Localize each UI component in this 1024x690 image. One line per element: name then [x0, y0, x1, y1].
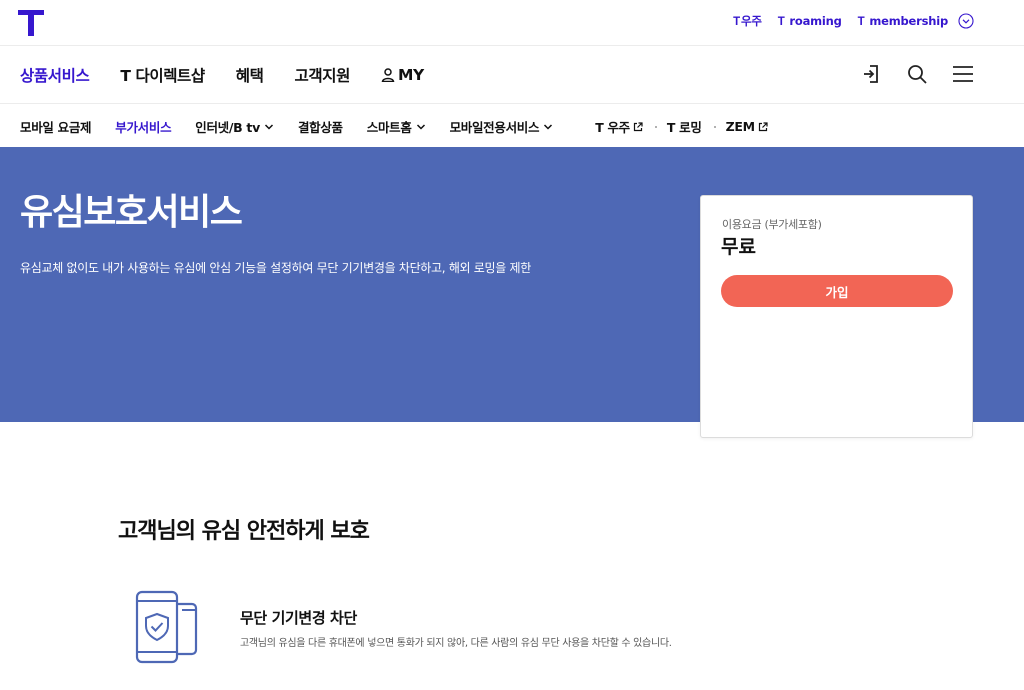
main-navigation: 상품서비스 T 다이렉트샵 혜택 고객지원 MY: [0, 46, 1024, 104]
sub-nav-t-roaming[interactable]: T 로밍: [667, 117, 702, 136]
top-link-membership[interactable]: T membership: [858, 14, 949, 28]
sub-nav-bundles[interactable]: 결합상품: [298, 117, 343, 136]
sub-nav-smart-home-label: 스마트홈: [366, 120, 412, 135]
chevron-down-icon: [544, 123, 553, 130]
feature-description: 고객님의 유심을 다른 휴대폰에 넣으면 통화가 되지 않아, 다른 사람의 유…: [240, 638, 672, 649]
expand-chevron-icon[interactable]: [958, 13, 974, 29]
chevron-down-icon: [264, 123, 273, 130]
top-link-universe[interactable]: T우주: [733, 13, 762, 29]
sub-nav-mobile-only-services[interactable]: 모바일전용서비스: [450, 117, 554, 136]
section-title: 고객님의 유심 안전하게 보호: [118, 519, 370, 544]
separator-dot: [713, 125, 716, 128]
sub-nav-t-universe[interactable]: T 우주: [595, 117, 643, 136]
hero-description: 유심교체 없이도 내가 사용하는 유심에 안심 기능을 설정하여 무단 기기변경…: [20, 261, 532, 275]
login-icon[interactable]: [860, 63, 882, 85]
price-value: 무료: [721, 236, 756, 258]
feature-title: 무단 기기변경 차단: [240, 609, 357, 627]
sub-nav-internet-btv-label: 인터넷/B tv: [195, 120, 260, 135]
sub-nav-mobile-only-services-label: 모바일전용서비스: [449, 120, 540, 135]
sub-nav-additional-services[interactable]: 부가서비스: [115, 117, 171, 136]
sub-nav-mobile-plans[interactable]: 모바일 요금제: [20, 117, 92, 136]
t-logo[interactable]: [18, 8, 46, 36]
external-link-icon: [633, 121, 643, 131]
main-nav-customer-support[interactable]: 고객지원: [295, 64, 351, 86]
search-icon[interactable]: [906, 63, 928, 85]
sub-nav-smart-home[interactable]: 스마트홈: [367, 117, 426, 136]
sub-nav-zem-label: ZEM: [725, 119, 755, 134]
separator-dot: [654, 125, 657, 128]
phone-shield-icon: [135, 590, 198, 664]
price-card: 이용요금 (부가세포함) 무료 가입: [700, 195, 973, 438]
top-utility-bar: T우주 T roaming T membership: [0, 0, 1024, 46]
nav-icon-group: [860, 63, 974, 85]
top-links: T우주 T roaming T membership: [733, 13, 948, 29]
sub-navigation: 모바일 요금제 부가서비스 인터넷/B tv 결합상품 스마트홈 모바일전용서비…: [0, 104, 1024, 147]
price-label: 이용요금 (부가세포함): [722, 218, 822, 231]
external-link-icon: [758, 121, 768, 131]
main-nav-direct-shop[interactable]: T 다이렉트샵: [120, 64, 205, 86]
sub-nav-zem[interactable]: ZEM: [726, 119, 768, 134]
main-nav-products-services[interactable]: 상품서비스: [20, 64, 90, 86]
sub-nav-t-universe-label: T 우주: [595, 120, 630, 135]
menu-icon[interactable]: [952, 63, 974, 85]
join-button[interactable]: 가입: [721, 275, 953, 307]
page-title: 유심보호서비스: [20, 192, 243, 233]
main-nav-benefits[interactable]: 혜택: [236, 64, 264, 86]
main-nav-my-label: MY: [397, 66, 424, 84]
sub-nav-internet-btv[interactable]: 인터넷/B tv: [195, 117, 274, 136]
main-nav-my[interactable]: MY: [381, 64, 424, 86]
chevron-down-icon: [416, 123, 425, 130]
person-icon: [381, 68, 395, 82]
top-link-roaming[interactable]: T roaming: [778, 14, 842, 28]
